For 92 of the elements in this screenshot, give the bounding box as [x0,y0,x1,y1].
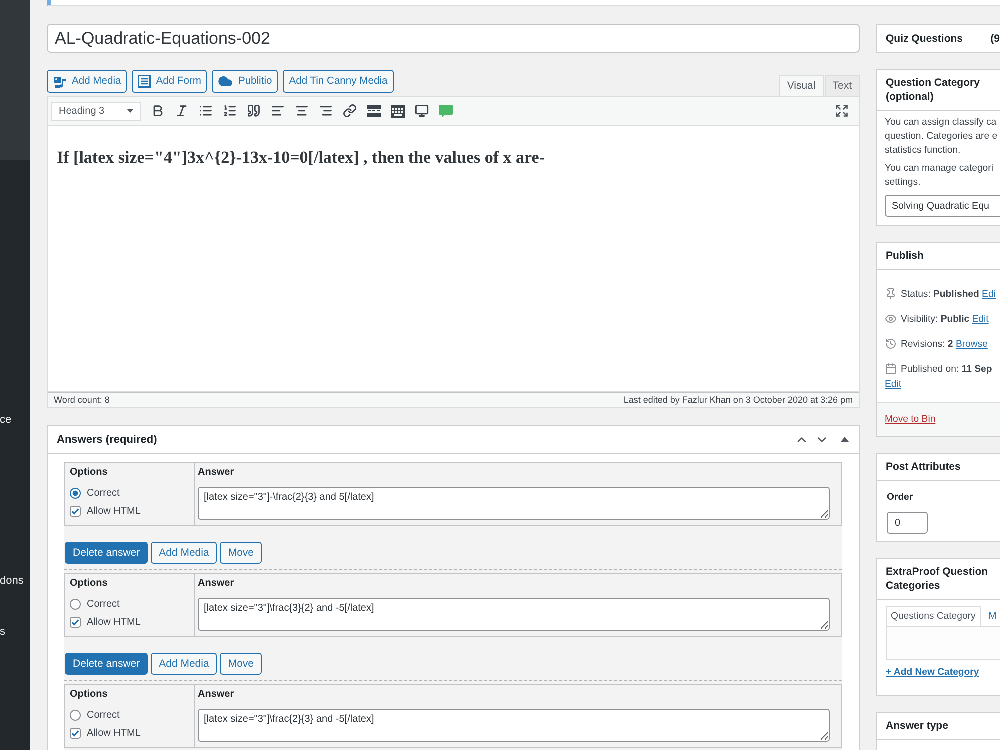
panel-title: Question Category (optional) [877,70,1000,111]
add-category-link[interactable]: + Add New Category [886,667,980,678]
panel-title: Publish [877,243,1000,270]
option-label: Correct [87,488,120,498]
publish-action-link[interactable]: Browse [956,338,988,350]
media-button[interactable]: Add Tin Canny Media [283,70,394,93]
publish-detail-text: Revisions: 2 Browse [901,338,988,350]
category-select[interactable]: Solving Quadratic Equ [885,195,1000,217]
italic-icon[interactable] [175,104,189,118]
checkbox[interactable] [70,616,81,628]
column-heading: Options [70,466,109,479]
column-heading: Answer [198,688,236,701]
form-icon [138,75,152,88]
align-center-icon[interactable] [295,104,309,118]
column-heading: Answer [198,577,236,590]
sidebar-menu-item[interactable]: dons [0,574,24,588]
bold-icon[interactable] [151,104,165,118]
option-label: Allow HTML [87,506,141,516]
media-button[interactable]: Add Form [132,70,208,93]
bullet-list-icon[interactable] [199,104,213,118]
quote-icon[interactable] [247,104,261,118]
sidebar-menu-item[interactable]: s [0,625,6,639]
radio-button[interactable] [70,488,81,498]
monitor-icon[interactable] [415,104,429,118]
description-line: settings. [885,176,922,190]
panel-title: Post Attributes [877,454,1000,481]
answer-action-button[interactable]: Move [220,653,262,675]
question-count: (9 [990,32,1000,44]
move-to-bin-link[interactable]: Move to Bin [885,414,936,425]
calendar-icon [885,363,897,375]
column-heading: Options [70,688,109,701]
radio-button[interactable] [70,598,81,610]
answer-action-button[interactable]: Delete answer [65,542,148,564]
checkbox[interactable] [70,506,81,516]
publish-action-link[interactable]: Edit [972,314,989,324]
media-button[interactable]: Publitio [212,70,278,93]
question-text: If [latex size="4"]3x^{2}-13x-10=0[/latex] , then the values of x are- [57,147,546,168]
triangle-up-icon[interactable] [841,437,849,442]
history-icon [885,338,897,350]
align-left-icon[interactable] [271,104,285,118]
description-line: statistics function. [885,144,962,158]
publish-action-link[interactable]: Edi [982,288,996,300]
sidebar-menu-item[interactable]: ce [0,413,12,427]
eye-icon [885,313,897,325]
publish-detail-text: Status: Published Edi [901,288,996,300]
checkbox[interactable] [70,728,81,738]
column-heading: Answer [198,466,236,479]
answer-action-button[interactable]: Add Media [151,542,218,564]
category-tab[interactable]: M [984,606,1000,626]
publish-action-link[interactable]: Edit [885,377,902,393]
caret-icon [127,109,134,113]
description-line: question. Categories are e [885,130,999,144]
answer-action-button[interactable]: Add Media [151,653,218,675]
option-label: Correct [87,598,120,610]
panel-title: Answer type [877,713,1000,740]
answer-field[interactable]: [latex size="3"]-\frac{2}{3} and 5[/latex] [198,487,830,520]
column-heading: Options [70,577,109,590]
fullscreen-icon[interactable] [835,104,849,118]
media-button[interactable]: Add Media [47,70,128,93]
option-label: Allow HTML [87,616,141,628]
panel-title: Answers (required) [57,434,158,446]
panel-title: ExtraProof Question Categories [877,559,1000,600]
link-icon[interactable] [343,104,357,118]
keyboard-icon[interactable] [391,104,405,118]
answer-field[interactable]: [latex size="3"]\frac{3}{2} and -5[/latex] [198,598,830,631]
order-label: Order [887,491,914,505]
pin-icon [885,288,897,300]
word-count: Word count: 8 [54,395,110,405]
description-line: You can assign classify ca [885,116,998,130]
numbered-list-icon[interactable] [223,104,237,118]
format-select[interactable]: Heading 3 [51,102,141,120]
read-more-icon[interactable] [367,105,381,117]
description-line: You can manage categori [885,162,994,176]
media-icon [53,74,67,88]
option-label: Correct [87,710,120,720]
option-label: Allow HTML [87,728,141,738]
publish-detail-text: Published on: 11 Sep [901,364,992,374]
order-field[interactable]: 0 [887,512,928,534]
editor-content-area[interactable]: If [latex size="4"]3x^{2}-13x-10=0[/latex] , then the values of x are- [47,126,860,392]
title-field[interactable]: AL-Quadratic-Equations-002 [47,24,860,53]
align-right-icon[interactable] [319,104,333,118]
cloud-icon [218,74,234,89]
editor-tab[interactable]: Visual [779,75,824,96]
editor-tab[interactable]: Text [824,75,860,96]
radio-button[interactable] [70,710,81,720]
category-tab[interactable]: Questions Category [886,606,981,626]
answer-action-button[interactable]: Move [220,542,262,564]
last-edited-text: Last edited by Fazlur Khan on 3 October 2020 at 3:26 pm [624,395,853,405]
panel-title: Quiz Questions [886,32,964,44]
answer-field[interactable]: [latex size="3"]\frac{2}{3} and -5[/latex] [198,709,830,742]
publish-detail-text: Visibility: Public Edit [901,314,989,324]
answer-action-button[interactable]: Delete answer [65,653,148,675]
